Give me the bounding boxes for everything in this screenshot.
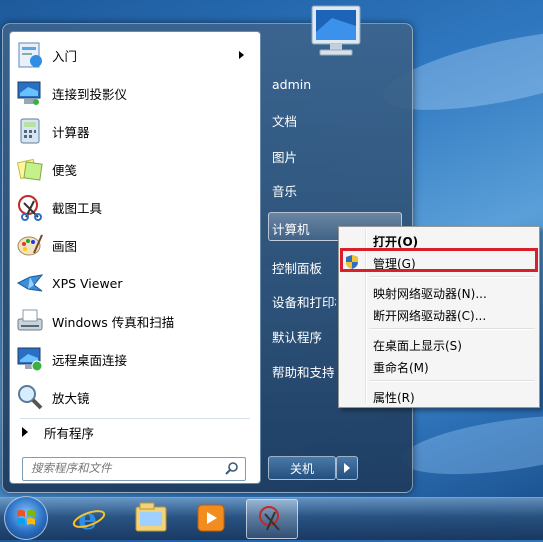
getting-started-icon [16, 41, 44, 69]
shutdown-button[interactable]: 关机 [268, 456, 336, 480]
expand-arrow-icon [22, 427, 28, 437]
menu-item-properties[interactable]: 属性(R) [373, 389, 415, 406]
documents-link[interactable]: 文档 [272, 111, 297, 130]
snipping-tool-icon [259, 506, 280, 531]
computer-link[interactable]: 计算机 [272, 219, 310, 238]
search-icon[interactable] [225, 461, 239, 475]
magnifier-icon [16, 383, 44, 411]
program-label: 远程桌面连接 [52, 352, 128, 368]
program-label: 画图 [52, 238, 78, 254]
program-label: XPS Viewer [52, 275, 123, 291]
xps-viewer-icon [16, 269, 44, 297]
snipping-tool-icon [16, 193, 44, 221]
taskbar-windows-explorer[interactable] [126, 499, 176, 537]
menu-item-disconnect-network-drive[interactable]: 断开网络驱动器(C)... [373, 307, 486, 324]
projector-icon [16, 79, 44, 107]
program-getting-started[interactable]: 入门 [16, 38, 254, 72]
program-fax-scan[interactable]: Windows 传真和扫描 [16, 304, 254, 338]
user-folder-link[interactable]: admin [272, 77, 311, 92]
menu-separator [369, 276, 535, 278]
program-paint[interactable]: 画图 [16, 228, 254, 262]
paint-icon [16, 231, 44, 259]
menu-separator [369, 380, 535, 382]
devices-printers-link[interactable]: 设备和打印机 [272, 292, 336, 311]
windows-explorer-icon [135, 502, 167, 532]
search-box[interactable] [22, 457, 246, 481]
all-programs-label: 所有程序 [44, 425, 95, 441]
sticky-notes-icon [16, 155, 44, 183]
user-picture[interactable] [298, 0, 368, 62]
program-magnifier[interactable]: 放大镜 [16, 380, 254, 414]
program-snipping-tool[interactable]: 截图工具 [16, 190, 254, 224]
program-label: 便笺 [52, 162, 78, 178]
calculator-icon [16, 117, 44, 145]
program-remote-desktop[interactable]: 远程桌面连接 [16, 342, 254, 376]
music-link[interactable]: 音乐 [272, 181, 297, 200]
internet-explorer-icon: e [72, 502, 106, 537]
remote-desktop-icon [16, 345, 44, 373]
start-button[interactable] [4, 496, 48, 540]
windows-logo-icon [17, 510, 35, 525]
menu-separator [369, 328, 535, 330]
taskbar-media-player[interactable] [186, 499, 236, 537]
chevron-right-icon [344, 463, 350, 473]
program-label: 连接到投影仪 [52, 86, 128, 102]
taskbar-snipping-tool[interactable] [246, 499, 298, 539]
taskbar-internet-explorer[interactable]: e [64, 499, 114, 537]
all-programs-button[interactable]: 所有程序 [18, 421, 254, 443]
pinned-programs-pane: 入门 连接到投影仪 计算器 便笺 截图工具 画图 XPS Viewer Wind… [9, 31, 261, 484]
wallpaper-streak [397, 404, 543, 486]
program-sticky-notes[interactable]: 便笺 [16, 152, 254, 186]
divider [20, 418, 250, 419]
program-label: Windows 传真和扫描 [52, 314, 175, 330]
program-calculator[interactable]: 计算器 [16, 114, 254, 148]
program-label: 截图工具 [52, 200, 103, 216]
search-input[interactable] [23, 458, 221, 478]
media-player-icon [197, 504, 225, 532]
program-xps-viewer[interactable]: XPS Viewer [16, 266, 254, 300]
program-label: 放大镜 [52, 390, 90, 406]
default-programs-link[interactable]: 默认程序 [272, 327, 322, 346]
pictures-link[interactable]: 图片 [272, 147, 297, 166]
svg-text:e: e [78, 502, 97, 537]
menu-item-rename[interactable]: 重命名(M) [373, 359, 429, 376]
program-label: 计算器 [52, 124, 90, 140]
highlight-box [340, 248, 538, 272]
control-panel-link[interactable]: 控制面板 [272, 258, 322, 277]
menu-item-map-network-drive[interactable]: 映射网络驱动器(N)... [373, 285, 487, 302]
menu-item-show-on-desktop[interactable]: 在桌面上显示(S) [373, 337, 462, 354]
help-support-link[interactable]: 帮助和支持 [272, 362, 336, 381]
program-label: 入门 [52, 48, 78, 64]
shutdown-options-button[interactable] [336, 456, 358, 480]
program-projector[interactable]: 连接到投影仪 [16, 76, 254, 110]
fax-scan-icon [16, 307, 44, 335]
submenu-arrow-icon [239, 51, 244, 59]
